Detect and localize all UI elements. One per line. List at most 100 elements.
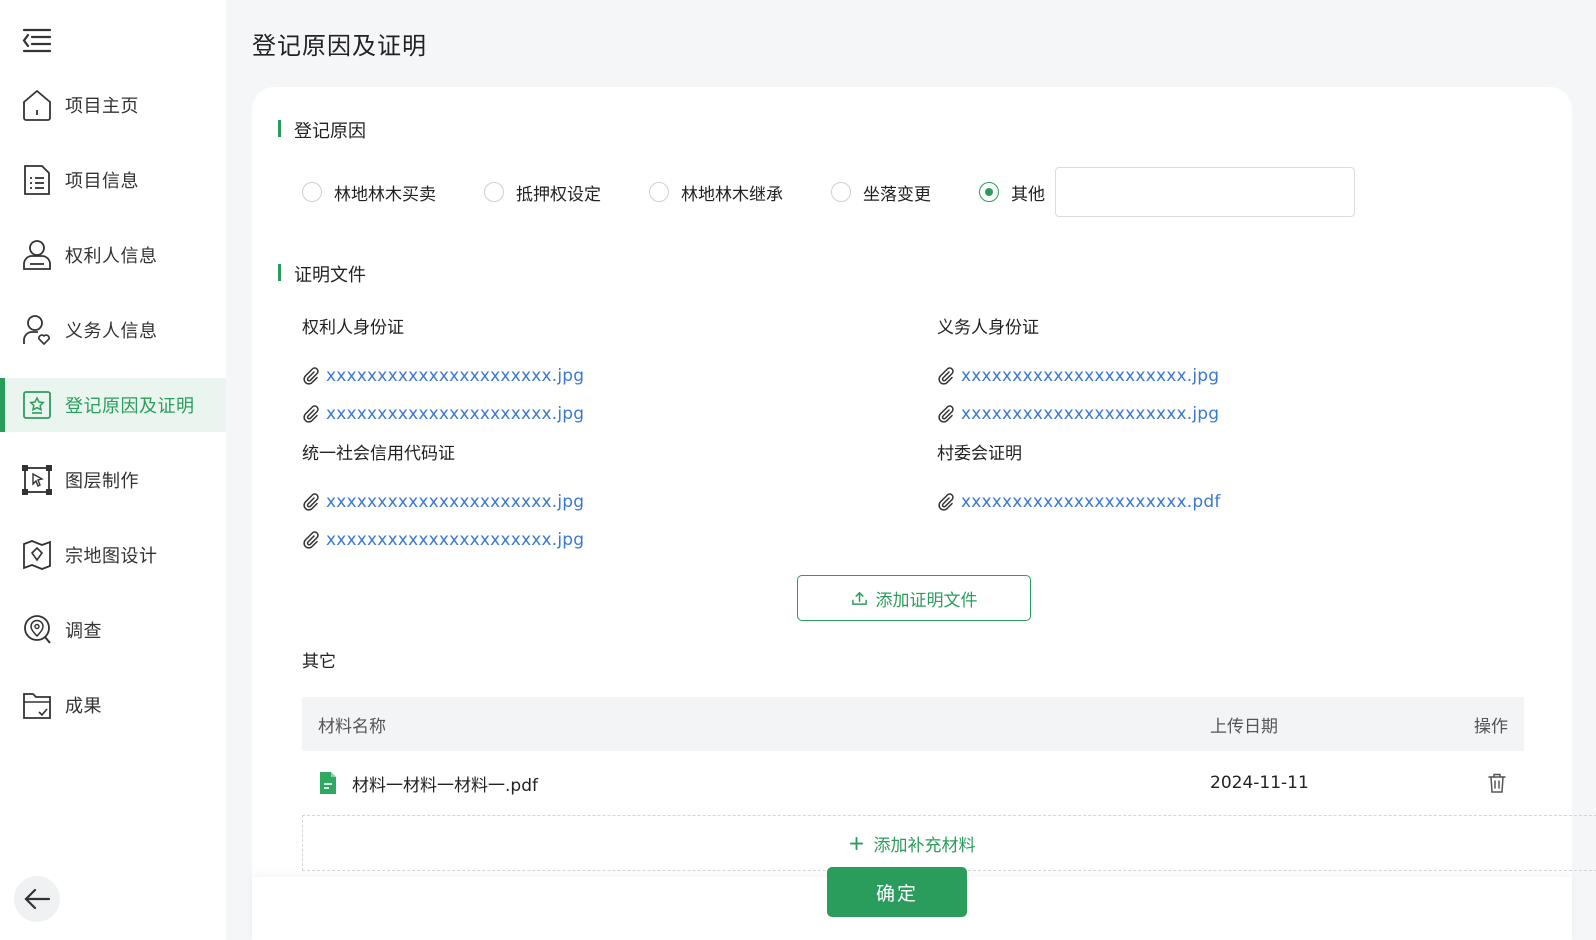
- file-name[interactable]: xxxxxxxxxxxxxxxxxxxxxx.jpg: [326, 404, 584, 424]
- radio-reason-location-change[interactable]: 坐落变更: [831, 180, 931, 205]
- col-header-action: 操作: [1474, 716, 1508, 737]
- col-header-date: 上传日期: [1210, 716, 1278, 737]
- sidebar-item-label: 项目信息: [65, 171, 139, 192]
- file-name[interactable]: xxxxxxxxxxxxxxxxxxxxxx.jpg: [326, 530, 584, 550]
- folder-check-icon: [22, 688, 52, 722]
- sidebar-nav: 项目主页 项目信息 权利人信息 义务人信息 登记原因及证明 图层制作 宗地图设计…: [0, 78, 226, 753]
- add-supplement-label: 添加补充材料: [873, 835, 976, 856]
- back-button[interactable]: [14, 876, 60, 922]
- paperclip-icon: [303, 531, 319, 549]
- materials-table: 材料名称 上传日期 操作 材料一材料一材料一.pdf 2024-11-11: [302, 697, 1524, 815]
- doc-group-label: 统一社会信用代码证: [302, 444, 455, 464]
- reason-radio-group: 林地林木买卖 抵押权设定 林地林木继承 坐落变更 其他: [302, 167, 1355, 217]
- add-proof-file-label: 添加证明文件: [875, 590, 978, 611]
- radio-reason-sale[interactable]: 林地林木买卖: [302, 180, 436, 205]
- radio-label: 其他: [1011, 184, 1045, 205]
- file-name[interactable]: xxxxxxxxxxxxxxxxxxxxxx.jpg: [326, 492, 584, 512]
- sidebar-item-label: 图层制作: [65, 471, 139, 492]
- radio-label: 坐落变更: [863, 184, 931, 205]
- radio-dot[interactable]: [649, 182, 669, 202]
- file-link[interactable]: xxxxxxxxxxxxxxxxxxxxxx.jpg: [302, 357, 584, 395]
- doc-group-village-proof: 村委会证明 xxxxxxxxxxxxxxxxxxxxxx.pdf: [937, 439, 1221, 521]
- sidebar-item-reason-proof[interactable]: 登记原因及证明: [0, 378, 226, 432]
- sidebar-item-label: 登记原因及证明: [65, 396, 195, 417]
- file-link[interactable]: xxxxxxxxxxxxxxxxxxxxxx.jpg: [302, 395, 584, 433]
- sidebar-item-label: 调查: [65, 621, 102, 642]
- user-heart-icon: [22, 313, 52, 347]
- sidebar-item-label: 权利人信息: [65, 246, 158, 267]
- cell-date: 2024-11-11: [1210, 773, 1309, 793]
- page-title: 登记原因及证明: [252, 32, 427, 60]
- map-icon: [22, 538, 52, 572]
- radio-dot[interactable]: [484, 182, 504, 202]
- other-materials-label: 其它: [302, 652, 336, 672]
- paperclip-icon: [303, 367, 319, 385]
- sidebar-item-label: 宗地图设计: [65, 546, 158, 567]
- file-icon: [320, 772, 336, 794]
- radio-reason-inheritance[interactable]: 林地林木继承: [649, 180, 783, 205]
- radio-reason-other[interactable]: 其他: [979, 180, 1045, 205]
- doc-group-label: 村委会证明: [937, 444, 1022, 464]
- radio-label: 林地林木买卖: [334, 184, 436, 205]
- cell-action: [1430, 772, 1524, 794]
- confirm-button[interactable]: 确定: [827, 867, 967, 917]
- home-icon: [22, 88, 52, 122]
- col-header-name: 材料名称: [318, 716, 386, 737]
- paperclip-icon: [303, 493, 319, 511]
- other-reason-input[interactable]: [1055, 167, 1355, 217]
- sidebar-item-layer[interactable]: 图层制作: [0, 453, 226, 507]
- upload-icon: [851, 591, 867, 605]
- paperclip-icon: [303, 405, 319, 423]
- sidebar-item-results[interactable]: 成果: [0, 678, 226, 732]
- sidebar-item-rights-holder[interactable]: 权利人信息: [0, 228, 226, 282]
- doc-group-rights-holder-id: 权利人身份证 xxxxxxxxxxxxxxxxxxxxxx.jpg xxxxxx…: [302, 313, 584, 433]
- file-name[interactable]: xxxxxxxxxxxxxxxxxxxxxx.jpg: [961, 366, 1219, 386]
- sidebar: 项目主页 项目信息 权利人信息 义务人信息 登记原因及证明 图层制作 宗地图设计…: [0, 0, 226, 940]
- file-link[interactable]: xxxxxxxxxxxxxxxxxxxxxx.pdf: [937, 483, 1221, 521]
- sidebar-item-label: 义务人信息: [65, 321, 158, 342]
- list-icon: [22, 163, 52, 197]
- file-name[interactable]: xxxxxxxxxxxxxxxxxxxxxx.pdf: [961, 492, 1221, 512]
- radio-reason-mortgage[interactable]: 抵押权设定: [484, 180, 601, 205]
- user-card-icon: [22, 238, 52, 272]
- file-link[interactable]: xxxxxxxxxxxxxxxxxxxxxx.jpg: [302, 483, 584, 521]
- star-badge-icon: [22, 388, 52, 422]
- file-link[interactable]: xxxxxxxxxxxxxxxxxxxxxx.jpg: [937, 357, 1219, 395]
- doc-group-label: 权利人身份证: [302, 318, 404, 338]
- sidebar-item-project-info[interactable]: 项目信息: [0, 153, 226, 207]
- sidebar-item-project-home[interactable]: 项目主页: [0, 78, 226, 132]
- plus-icon: [849, 836, 863, 850]
- sidebar-item-parcel-design[interactable]: 宗地图设计: [0, 528, 226, 582]
- file-name[interactable]: xxxxxxxxxxxxxxxxxxxxxx.jpg: [961, 404, 1219, 424]
- radio-dot[interactable]: [831, 182, 851, 202]
- radio-dot[interactable]: [979, 182, 999, 202]
- material-name[interactable]: 材料一材料一材料一.pdf: [352, 771, 538, 796]
- add-proof-file-button[interactable]: 添加证明文件: [797, 575, 1031, 621]
- sidebar-item-label: 项目主页: [65, 96, 139, 117]
- file-link[interactable]: xxxxxxxxxxxxxxxxxxxxxx.jpg: [937, 395, 1219, 433]
- main-card: 登记原因 林地林木买卖 抵押权设定 林地林木继承 坐落变更 其他 证明文件 权利…: [252, 87, 1596, 940]
- radio-label: 林地林木继承: [681, 184, 783, 205]
- sidebar-item-obligor[interactable]: 义务人信息: [0, 303, 226, 357]
- doc-group-credit-code: 统一社会信用代码证 xxxxxxxxxxxxxxxxxxxxxx.jpg xxx…: [302, 439, 584, 559]
- paperclip-icon: [938, 405, 954, 423]
- file-name[interactable]: xxxxxxxxxxxxxxxxxxxxxx.jpg: [326, 366, 584, 386]
- proof-section-title: 证明文件: [278, 261, 366, 287]
- paperclip-icon: [938, 367, 954, 385]
- radio-label: 抵押权设定: [516, 184, 601, 205]
- layer-select-icon: [22, 463, 52, 497]
- sidebar-item-survey[interactable]: 调查: [0, 603, 226, 657]
- reason-section-title: 登记原因: [278, 117, 366, 143]
- doc-group-obligor-id: 义务人身份证 xxxxxxxxxxxxxxxxxxxxxx.jpg xxxxxx…: [937, 313, 1219, 433]
- doc-group-label: 义务人身份证: [937, 318, 1039, 338]
- location-search-icon: [22, 613, 52, 647]
- radio-dot[interactable]: [302, 182, 322, 202]
- menu-collapse-icon[interactable]: [22, 26, 52, 54]
- add-supplement-button[interactable]: 添加补充材料: [302, 815, 1596, 871]
- table-header: 材料名称 上传日期 操作: [302, 697, 1524, 751]
- cell-name: 材料一材料一材料一.pdf: [302, 771, 1210, 796]
- arrow-left-icon: [24, 888, 51, 910]
- trash-icon[interactable]: [1486, 772, 1508, 794]
- file-link[interactable]: xxxxxxxxxxxxxxxxxxxxxx.jpg: [302, 521, 584, 559]
- table-row: 材料一材料一材料一.pdf 2024-11-11: [302, 751, 1524, 815]
